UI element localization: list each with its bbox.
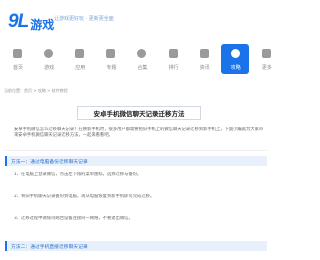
main-nav: 首页 游戏 应用 专题 合集 排行 资讯 攻略 更多 xyxy=(0,44,280,76)
logo-number: 9L xyxy=(8,11,29,32)
site-logo[interactable]: 9L 游戏 xyxy=(8,11,55,33)
step-text-1: 1、在电脑上登录微信，点击左下角的菜单图标，选择迁移与备份。 xyxy=(14,172,142,177)
nav-label: 资讯 xyxy=(199,65,210,71)
section-title: 方法一：通过电脑备份迁移聊天记录 xyxy=(11,160,88,165)
step-text-2: 2、将旧手机聊天记录备份到电脑，再从电脑恢复到新手机即可完成迁移。 xyxy=(14,194,155,199)
section-heading-1: 方法一：通过电脑备份迁移聊天记录 xyxy=(5,156,267,166)
nav-label: 排行 xyxy=(168,65,179,71)
nav-label: 专题 xyxy=(106,65,117,71)
nav-item-home[interactable]: 首页 xyxy=(3,44,31,74)
breadcrumb[interactable]: 当前位置：首页 > 攻略 > 软件教程 xyxy=(4,88,68,94)
article-title-box: 安卓手机微信聊天记录迁移方法 xyxy=(77,106,201,120)
nav-item-collections[interactable]: 合集 xyxy=(127,44,155,74)
logo-text: 游戏 xyxy=(30,18,55,32)
site-slogan: 让游戏更好玩 · 更新更全面 xyxy=(54,16,114,22)
nav-item-more[interactable]: 更多 xyxy=(252,44,280,74)
home-icon xyxy=(13,49,22,58)
step-text-3: 3、迁移过程中请保持两台设备连接同一网络，不要退出微信。 xyxy=(14,216,133,221)
nav-label: 合集 xyxy=(137,65,148,71)
topic-icon xyxy=(106,49,116,58)
nav-item-apps[interactable]: 应用 xyxy=(65,44,93,74)
section-heading-2: 方法二：通过手机直接迁移聊天记录 xyxy=(5,241,267,251)
nav-item-rank[interactable]: 排行 xyxy=(159,44,187,74)
article-title: 安卓手机微信聊天记录迁移方法 xyxy=(93,110,185,118)
nav-label: 攻略 xyxy=(230,65,241,71)
guide-icon xyxy=(230,49,240,58)
apps-icon xyxy=(75,49,85,58)
nav-label: 更多 xyxy=(261,65,272,71)
nav-item-news[interactable]: 资讯 xyxy=(190,44,218,74)
nav-label: 应用 xyxy=(75,65,86,71)
divider xyxy=(5,150,267,151)
more-icon xyxy=(261,49,271,58)
news-icon xyxy=(199,49,209,58)
rank-icon xyxy=(168,49,178,58)
nav-label: 首页 xyxy=(12,65,23,71)
site-header: 9L 游戏 让游戏更好玩 · 更新更全面 xyxy=(0,0,280,40)
nav-item-games[interactable]: 游戏 xyxy=(34,44,62,74)
section-title: 方法二：通过手机直接迁移聊天记录 xyxy=(11,245,88,250)
collection-icon xyxy=(137,49,147,58)
nav-item-guides[interactable]: 攻略 xyxy=(220,44,249,74)
gamepad-icon xyxy=(44,49,54,58)
article-intro: 安卓手机微信怎么迁移聊天记录？在换新手机时，很多用户都需要把旧手机上的微信聊天记… xyxy=(14,127,264,138)
nav-label: 游戏 xyxy=(44,65,55,71)
nav-item-topics[interactable]: 专题 xyxy=(96,44,124,74)
